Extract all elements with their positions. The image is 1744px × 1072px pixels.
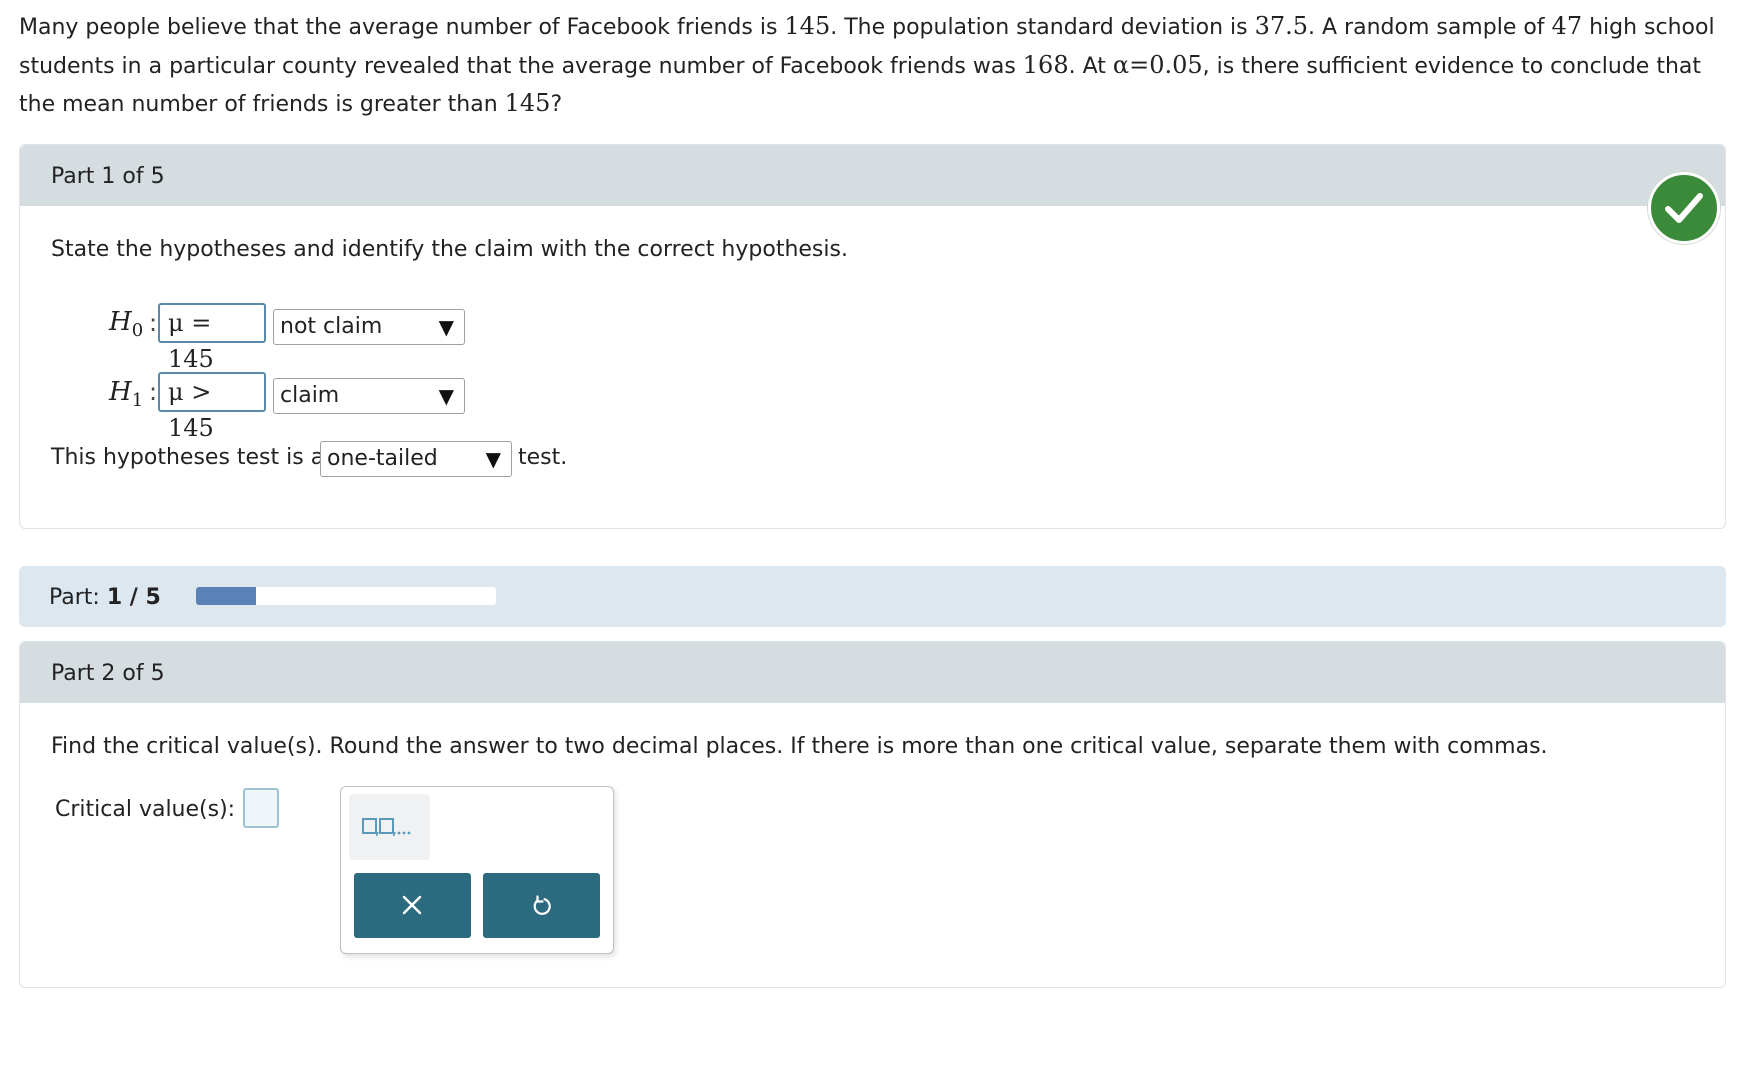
- problem-value: 168: [1022, 50, 1069, 79]
- part-2-header: Part 2 of 5: [20, 642, 1725, 703]
- h1-claim-value: claim: [280, 383, 340, 408]
- part-1-instruction: State the hypotheses and identify the cl…: [51, 237, 848, 262]
- test-type-suffix: test.: [518, 445, 568, 470]
- problem-alpha: α=0.05: [1112, 50, 1203, 79]
- clear-button[interactable]: [354, 873, 471, 938]
- problem-text: ?: [550, 92, 563, 117]
- part-2-panel: Part 2 of 5 Find the critical value(s). …: [19, 641, 1726, 988]
- chevron-down-icon: ▼: [438, 384, 454, 408]
- h0-label: H0: [109, 307, 143, 341]
- undo-button[interactable]: [483, 873, 600, 938]
- critical-value-input[interactable]: [243, 788, 279, 828]
- h0-subscript: 0: [131, 320, 144, 342]
- part-1-title: Part 1 of 5: [51, 164, 165, 189]
- chevron-down-icon: ▼: [438, 315, 454, 339]
- math-keypad: [340, 786, 614, 954]
- part-1-header: Part 1 of 5: [20, 145, 1725, 206]
- problem-value: 145: [784, 12, 831, 40]
- h1-claim-select[interactable]: claim ▼: [273, 378, 465, 414]
- h1-colon: :: [149, 378, 158, 406]
- part-2-instruction: Find the critical value(s). Round the an…: [51, 734, 1548, 759]
- test-type-prefix: This hypotheses test is a: [51, 445, 325, 470]
- problem-value: 37.5: [1254, 12, 1309, 40]
- part-2-title: Part 2 of 5: [51, 661, 165, 686]
- progress-track: [196, 587, 496, 605]
- h1-subscript: 1: [131, 390, 144, 412]
- problem-text: . A random sample of: [1308, 15, 1552, 40]
- h1-label: H1: [109, 377, 143, 411]
- h0-claim-value: not claim: [280, 314, 383, 339]
- problem-text: . At: [1068, 53, 1113, 79]
- h1-symbol: H: [109, 377, 132, 407]
- test-type-select[interactable]: one-tailed ▼: [320, 441, 512, 477]
- h1-expression-input[interactable]: μ > 145: [158, 372, 266, 442]
- list-template-button[interactable]: [349, 794, 430, 860]
- chevron-down-icon: ▼: [485, 447, 501, 471]
- h0-claim-select[interactable]: not claim ▼: [273, 309, 465, 345]
- problem-text: . The population standard deviation is: [830, 15, 1255, 40]
- problem-statement: Many people believe that the average num…: [19, 8, 1719, 124]
- h0-symbol: H: [109, 307, 132, 337]
- problem-value: 47: [1551, 12, 1583, 40]
- progress-fill: [196, 587, 256, 605]
- progress-bar: Part: 1 / 5: [19, 566, 1726, 627]
- problem-value: 145: [504, 89, 551, 117]
- progress-value: 1 / 5: [106, 585, 161, 610]
- h0-expression-input[interactable]: μ = 145: [158, 303, 266, 373]
- list-template-icon: [362, 818, 411, 837]
- close-icon: [402, 895, 422, 915]
- check-circle-icon: [1648, 172, 1720, 244]
- problem-text: Many people believe that the average num…: [19, 15, 785, 40]
- undo-icon: [533, 895, 551, 915]
- h0-colon: :: [149, 309, 158, 337]
- part-1-panel: Part 1 of 5 State the hypotheses and ide…: [19, 144, 1726, 529]
- progress-label: Part: 1 / 5: [49, 585, 161, 610]
- test-type-value: one-tailed: [327, 446, 438, 471]
- progress-prefix: Part:: [49, 585, 100, 610]
- critical-value-label: Critical value(s):: [55, 797, 236, 822]
